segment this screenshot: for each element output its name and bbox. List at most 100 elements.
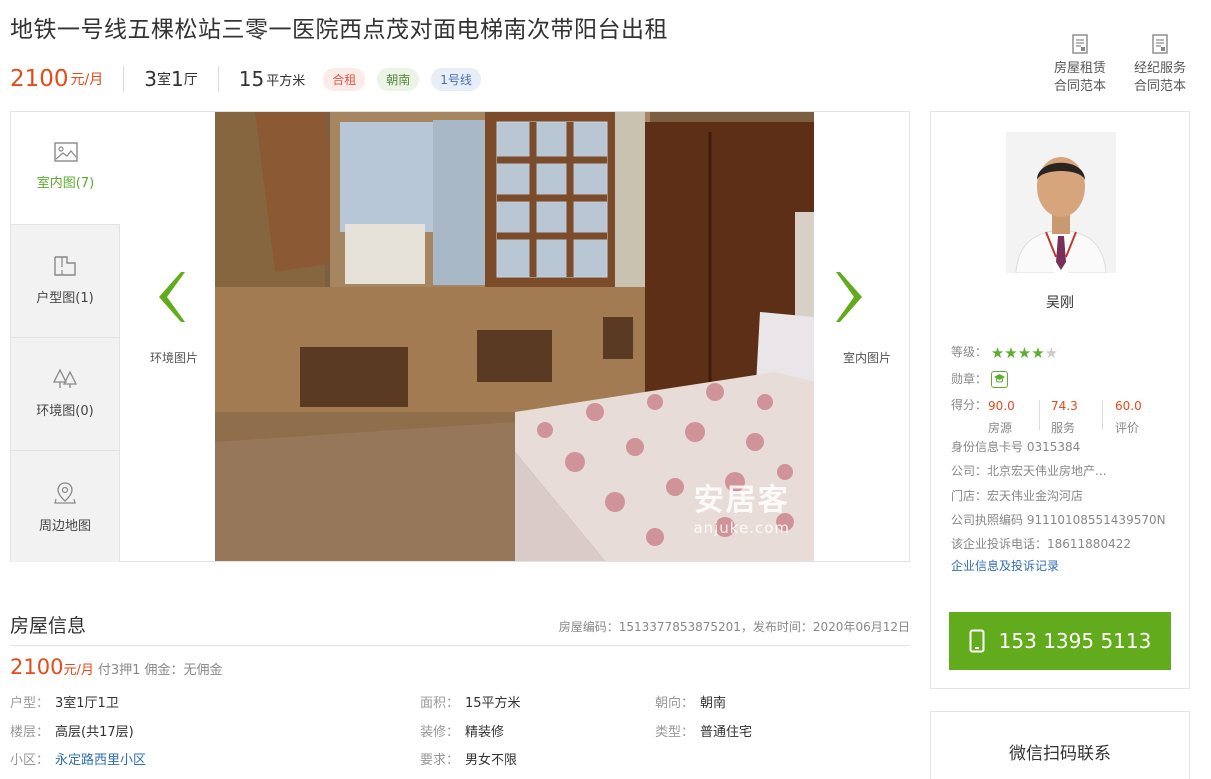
company-info-link[interactable]: 企业信息及投诉记录 [951, 557, 1059, 574]
contract-document-icon [1072, 34, 1088, 54]
score-label: 评价 [1115, 421, 1140, 435]
tag-shared-rent: 合租 [323, 67, 366, 91]
star-icon: ★ [990, 343, 1005, 362]
score-value: 74.3 [1051, 399, 1078, 413]
payment-terms: 付3押1 佣金：无佣金 [97, 663, 223, 678]
star-icon: ★ [1004, 343, 1018, 362]
contract-document-icon [1152, 34, 1168, 54]
score-label: 房源 [988, 421, 1013, 435]
prev-photo-arrow-icon[interactable] [157, 272, 187, 322]
field-value: 精装修 [465, 725, 505, 740]
info-price-unit: 元/月 [63, 663, 94, 678]
halls-label: 厅 [183, 72, 198, 88]
tab-indoor-photos[interactable]: 室内图(7) [11, 112, 120, 225]
field-decoration: 装修： 精装修 [420, 721, 504, 740]
watermark-cn: 安居客 [693, 483, 790, 518]
tab-environment[interactable]: 环境图(0) [11, 338, 120, 451]
score-value: 90.0 [988, 399, 1015, 413]
star-icon: ★ [1017, 343, 1032, 362]
contract-line1: 经纪服务 [1133, 61, 1186, 76]
listing-summary: 2100 元/月 3 室 1 厅 15 平方米 合租 朝南 1号线 [10, 62, 493, 96]
level-label: 等级： [951, 345, 988, 359]
field-key: 朝向： [655, 696, 695, 711]
prev-category-label[interactable]: 环境图片 [150, 349, 198, 366]
brokerage-contract-link[interactable]: 经纪服务 合同范本 [1120, 34, 1200, 96]
lease-contract-link[interactable]: 房屋租赁 合同范本 [1040, 34, 1120, 96]
halls-count: 1 [171, 67, 184, 91]
map-pin-icon [54, 482, 76, 504]
field-key: 要求： [420, 753, 460, 768]
tab-nearby-map[interactable]: 周边地图 [11, 451, 120, 562]
field-layout: 户型： 3室1厅1卫 [10, 692, 119, 711]
score-label: 服务 [1051, 421, 1076, 435]
agent-medal-row: 勋章： [951, 370, 1008, 388]
field-value: 15平方米 [465, 696, 521, 711]
watermark: 安居客 anjuke.com [693, 475, 790, 537]
tab-label: 环境图(0) [36, 404, 94, 419]
phone-number: 153 1395 5113 [998, 629, 1152, 653]
divider [217, 66, 219, 92]
floorplan-icon [54, 256, 76, 276]
contract-line2: 合同范本 [1053, 79, 1106, 94]
agent-name[interactable]: 吴刚 [931, 292, 1189, 312]
field-type: 类型： 普通住宅 [655, 721, 752, 740]
medal-icon[interactable] [990, 371, 1008, 388]
trees-icon [52, 368, 78, 388]
room-photo: 安居客 anjuke.com [215, 112, 814, 561]
field-value: 男女不限 [465, 753, 518, 768]
listing-title: 地铁一号线五棵松站三零一医院西点茂对面电梯南次带阳台出租 [10, 17, 668, 43]
area-unit: 平方米 [266, 73, 306, 89]
rent-price-unit: 元/月 [70, 72, 104, 88]
agent-company: 公司：北京宏天伟业房地产... [951, 464, 1107, 478]
score-review: 60.0 评价 [1115, 399, 1142, 436]
field-key: 户型： [10, 696, 50, 711]
rating-stars: ★★★★★ [991, 344, 1058, 362]
field-value: 朝南 [700, 696, 727, 711]
field-orientation: 朝向： 朝南 [655, 692, 726, 711]
score-listing: 90.0 房源 [988, 399, 1015, 436]
photo-gallery: 室内图(7) 户型图(1) 环境图(0) 周边地图 环境图片 安居客 anjuk… [10, 111, 910, 562]
field-key: 面积： [420, 696, 460, 711]
agent-store: 门店：宏天伟业金沟河店 [951, 489, 1084, 503]
contract-line1: 房屋租赁 [1053, 61, 1106, 76]
listing-tags: 合租 朝南 1号线 [323, 67, 493, 91]
call-agent-button[interactable]: 153 1395 5113 [949, 612, 1171, 670]
next-category-label[interactable]: 室内图片 [843, 349, 891, 366]
field-value: 高层(共17层) [55, 725, 134, 740]
section-title: 房屋信息 [10, 615, 87, 637]
community-link[interactable]: 永定路西里小区 [55, 753, 146, 768]
wechat-label: 微信扫码联系 [1009, 744, 1111, 764]
medal-label: 勋章： [951, 372, 988, 386]
contract-line2: 合同范本 [1133, 79, 1186, 94]
tab-label: 户型图(1) [36, 291, 94, 306]
field-key: 小区： [10, 753, 50, 768]
field-value: 普通住宅 [700, 725, 753, 740]
star-icon: ★ [1031, 343, 1045, 362]
image-icon [53, 142, 78, 162]
field-value: 3室1厅1卫 [55, 696, 119, 711]
graduation-cap-icon [993, 374, 1005, 383]
tab-floorplan[interactable]: 户型图(1) [11, 225, 120, 338]
next-photo-arrow-icon[interactable] [834, 272, 864, 322]
divider [1102, 400, 1103, 430]
complaint-phone: 该企业投诉电话：18611880422 [951, 537, 1131, 551]
contract-templates: 房屋租赁 合同范本 经纪服务 合同范本 [1040, 34, 1200, 96]
rooms-count: 3 [144, 67, 157, 91]
listing-meta: 房屋编码：1513377853875201，发布时间：2020年06月12日 [558, 620, 910, 634]
field-community: 小区： 永定路西里小区 [10, 749, 146, 768]
field-area: 面积： 15平方米 [420, 692, 521, 711]
agent-id-card: 身份信息卡号 0315384 [951, 440, 1081, 454]
avatar[interactable] [1006, 132, 1116, 273]
score-value: 60.0 [1115, 399, 1142, 413]
watermark-en: anjuke.com [693, 519, 790, 537]
area-value: 15 [238, 67, 265, 91]
tag-subway-line: 1号线 [431, 67, 481, 91]
info-price-row: 2100元/月 付3押1 佣金：无佣金 [10, 655, 223, 679]
company-license: 公司执照编码 91110108551439570N [951, 513, 1166, 527]
divider [1039, 400, 1040, 430]
rent-price: 2100 [10, 66, 69, 92]
agent-photo [1006, 132, 1116, 273]
wechat-contact-panel[interactable]: 微信扫码联系 [930, 711, 1190, 779]
field-requirement: 要求： 男女不限 [420, 749, 517, 768]
field-floor: 楼层： 高层(共17层) [10, 721, 134, 740]
